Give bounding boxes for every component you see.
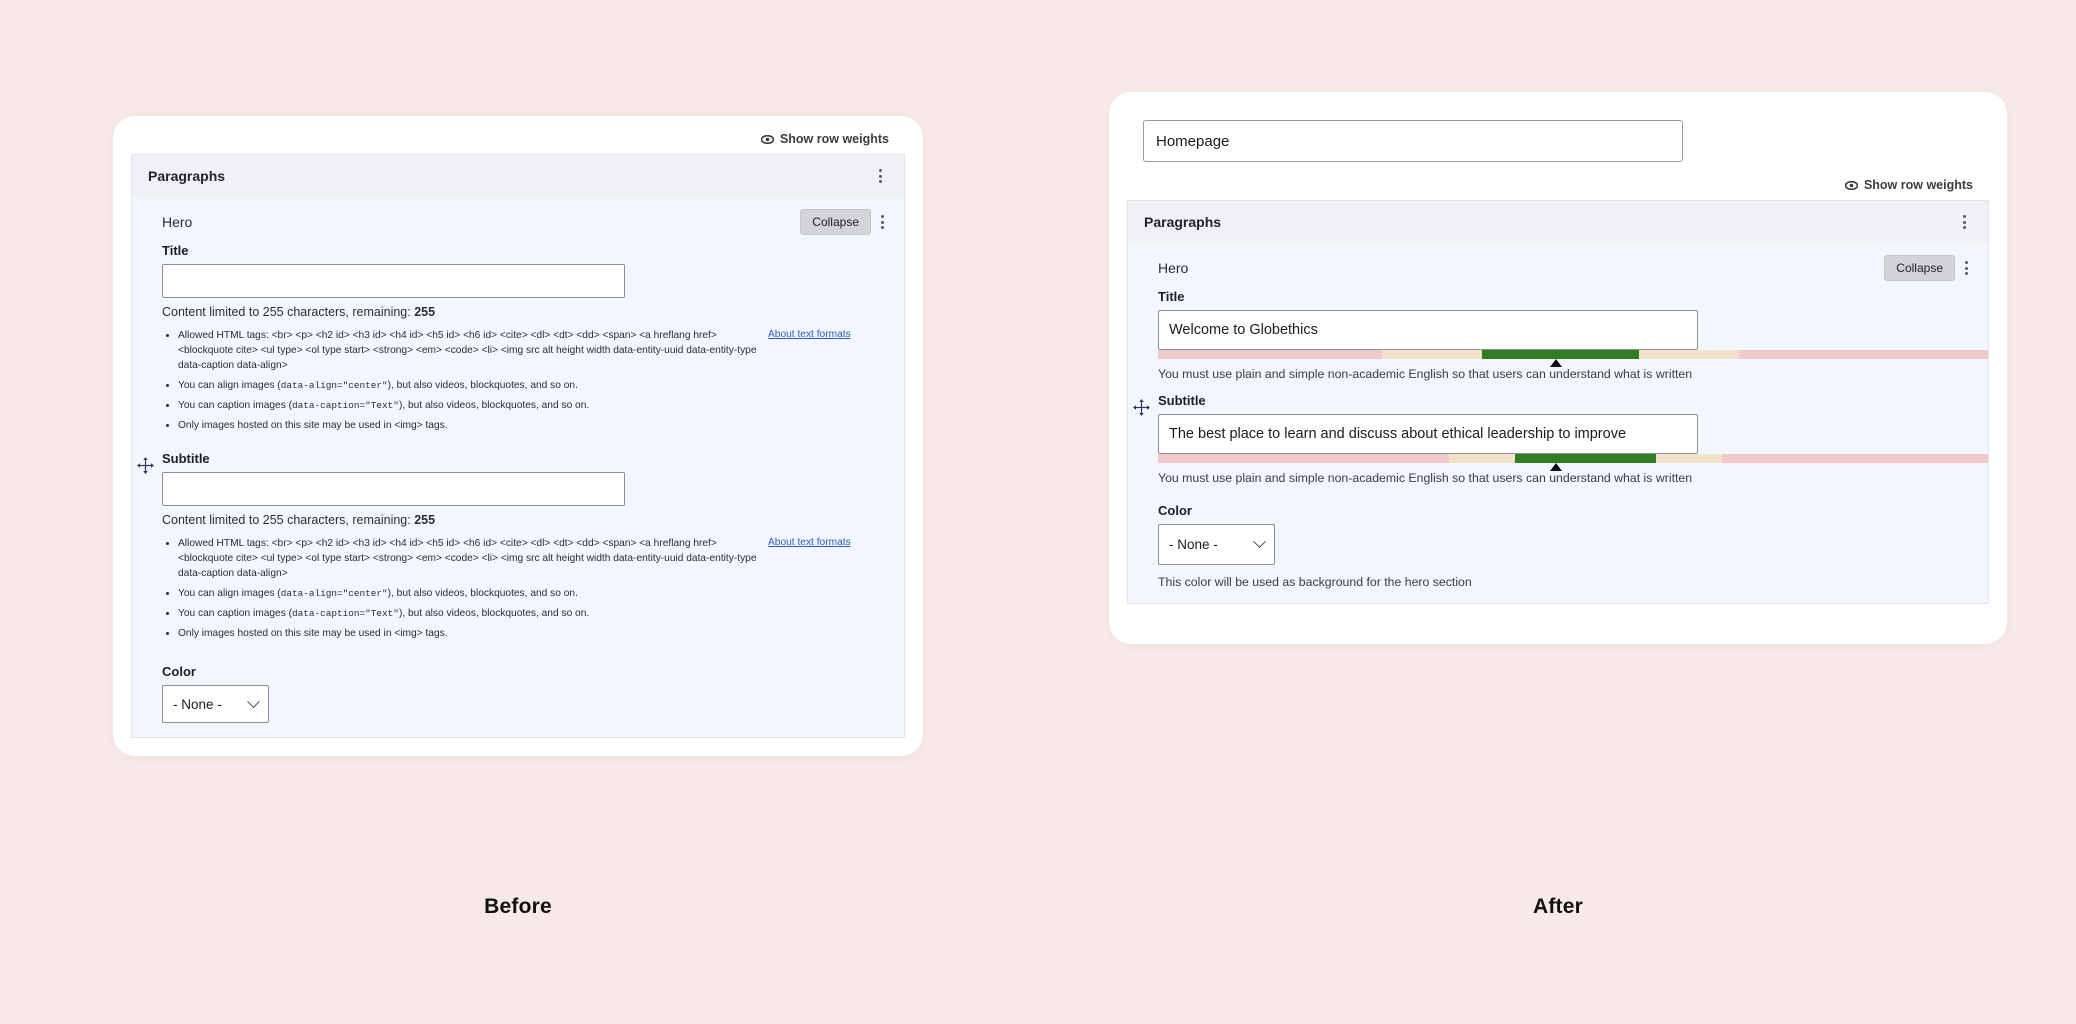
after-label: After [1532, 895, 1583, 918]
before-app-card: Show row weights Paragraphs Hero Collaps… [113, 116, 923, 757]
caption-tip: You can caption images (data-caption="Te… [178, 606, 758, 621]
color-field-label: Color [162, 664, 196, 680]
meter-segment-2 [1481, 350, 1640, 359]
title-readability-help: You must use plain and simple non-academ… [1158, 367, 1693, 381]
subtitle-input[interactable] [162, 471, 625, 506]
title-field-label: Title [162, 243, 189, 258]
before-label: Before [484, 895, 552, 918]
paragraphs-title: Paragraphs [148, 168, 226, 184]
hero-label: Hero [162, 214, 193, 230]
before-color-field-block: Color - None - [132, 664, 904, 724]
subtitle-input[interactable]: The best place to learn and discuss abou… [1158, 414, 1698, 454]
eye-icon [1844, 180, 1858, 190]
paragraphs-title: Paragraphs [1144, 214, 1222, 230]
after-title-field-block: Title Welcome to Globethics [1128, 289, 1988, 350]
after-paragraphs-table: Paragraphs Hero Collapse Title Welcome t… [1127, 200, 1989, 604]
after-homepage-field-block: Homepage [1109, 92, 2007, 162]
before-panel: Show row weights Paragraphs Hero Collaps… [10, 10, 1026, 1014]
show-row-weights-label: Show row weights [779, 132, 889, 146]
subtitle-readability-help: You must use plain and simple non-academ… [1158, 471, 1693, 485]
subtitle-field-label: Subtitle [1158, 393, 1206, 408]
about-text-formats-link[interactable]: About text formats [768, 537, 851, 548]
after-show-row-weights[interactable]: Show row weights [1109, 162, 2007, 200]
title-format-tips: Allowed HTML tags: <br> <p> <h2 id> <h3 … [162, 328, 874, 439]
after-hero-item: Hero Collapse Title Welcome to Globethic… [1128, 243, 1988, 603]
color-field-help: This color will be used as background fo… [1158, 575, 1472, 589]
before-hero-item: Hero Collapse Title Content limited to 2… [132, 197, 904, 738]
title-field-label: Title [1158, 289, 1185, 304]
title-remaining: 255 [414, 305, 436, 319]
meter-segment-4 [1722, 454, 1988, 463]
meter-segment-3 [1639, 350, 1739, 359]
color-select-value: - None - [173, 696, 222, 712]
subtitle-field-label: Subtitle [162, 450, 210, 466]
color-select[interactable]: - None - [162, 685, 269, 724]
color-select[interactable]: - None - [1158, 524, 1275, 565]
meter-segment-2 [1514, 454, 1656, 463]
before-title-field-block: Title Content limited to 255 characters,… [132, 243, 904, 439]
meter-segment-3 [1655, 454, 1723, 463]
kebab-menu-icon[interactable] [875, 212, 890, 232]
after-subtitle-field-block: Subtitle The best place to learn and dis… [1128, 393, 1988, 454]
meter-marker-icon [1550, 359, 1563, 367]
drag-handle-icon[interactable] [137, 456, 154, 474]
before-subtitle-field-block: Subtitle Content limited to 255 characte… [132, 451, 904, 647]
hosted-images-tip: Only images hosted on this site may be u… [178, 626, 758, 641]
after-panel: Homepage Show row weights Paragraphs Her… [1050, 10, 2066, 1014]
before-hero-head: Hero Collapse [132, 197, 904, 243]
kebab-menu-icon[interactable] [873, 166, 888, 186]
caption-tip: You can caption images (data-caption="Te… [178, 398, 758, 413]
allowed-tags-tip: Allowed HTML tags: <br> <p> <h2 id> <h3 … [178, 328, 758, 373]
hosted-images-tip: Only images hosted on this site may be u… [178, 418, 758, 433]
meter-segment-0 [1158, 350, 1383, 359]
collapse-button[interactable]: Collapse [1884, 255, 1955, 281]
allowed-tags-tip: Allowed HTML tags: <br> <p> <h2 id> <h3 … [178, 536, 758, 581]
chevron-down-icon [1253, 535, 1266, 549]
title-input[interactable]: Welcome to Globethics [1158, 310, 1698, 350]
kebab-menu-icon[interactable] [1957, 212, 1972, 232]
homepage-input[interactable]: Homepage [1143, 120, 1683, 162]
title-readability-meter: You must use plain and simple non-academ… [1158, 350, 1988, 381]
before-show-row-weights[interactable]: Show row weights [113, 116, 923, 154]
align-tip: You can align images (data-align="center… [178, 586, 758, 601]
color-field-label: Color [1158, 503, 1192, 518]
after-paragraphs-header: Paragraphs [1128, 200, 1988, 243]
chevron-down-icon [247, 694, 260, 708]
title-input[interactable] [162, 264, 625, 298]
kebab-menu-icon[interactable] [1959, 258, 1974, 278]
meter-segment-1 [1382, 350, 1482, 359]
show-row-weights-label: Show row weights [1863, 178, 1973, 192]
align-tip: You can align images (data-align="center… [178, 378, 758, 393]
meter-segment-1 [1448, 454, 1515, 463]
subtitle-format-tips: Allowed HTML tags: <br> <p> <h2 id> <h3 … [162, 536, 874, 647]
meter-segment-0 [1158, 454, 1449, 463]
drag-handle-icon[interactable] [1133, 399, 1150, 416]
before-paragraphs-table: Paragraphs Hero Collapse Title Content l… [131, 154, 905, 739]
collapse-button[interactable]: Collapse [800, 209, 871, 235]
about-text-formats-link[interactable]: About text formats [768, 329, 851, 340]
color-select-value: - None - [1169, 537, 1218, 552]
subtitle-remaining: 255 [414, 512, 436, 527]
meter-segment-4 [1738, 350, 1988, 359]
after-app-card: Homepage Show row weights Paragraphs Her… [1109, 92, 2007, 644]
title-char-count: Content limited to 255 characters, remai… [162, 305, 436, 319]
eye-icon [760, 134, 774, 144]
subtitle-readability-meter: You must use plain and simple non-academ… [1158, 454, 1988, 485]
after-hero-head: Hero Collapse [1128, 243, 1988, 289]
subtitle-char-count: Content limited to 255 characters, remai… [162, 512, 436, 527]
before-paragraphs-header: Paragraphs [132, 154, 904, 197]
meter-marker-icon [1550, 463, 1563, 471]
hero-label: Hero [1158, 260, 1189, 276]
after-color-field-block: Color - None - This color will be used a… [1128, 503, 1988, 589]
